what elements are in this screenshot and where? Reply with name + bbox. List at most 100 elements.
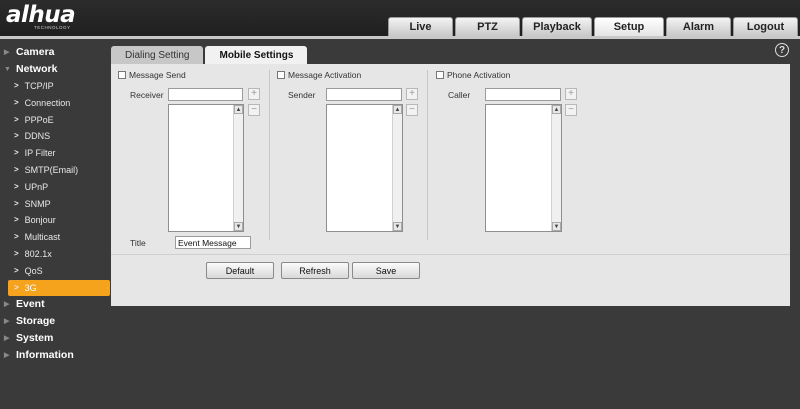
add-receiver-button[interactable]: + bbox=[248, 88, 260, 100]
message-send-section: Message Send Receiver + − ▲ ▼ Title bbox=[118, 70, 276, 249]
sidebar-item-label: Connection bbox=[24, 97, 71, 108]
title-input[interactable] bbox=[175, 236, 251, 249]
main-nav: Live PTZ Playback Setup Alarm Logout bbox=[388, 17, 798, 36]
sidebar-item-connection[interactable]: > Connection bbox=[0, 95, 110, 112]
caller-input[interactable] bbox=[485, 88, 561, 101]
sidebar-category-label: Storage bbox=[16, 315, 56, 328]
remove-sender-button[interactable]: − bbox=[406, 104, 418, 116]
sidebar-category-system[interactable]: ▶ System bbox=[0, 330, 110, 347]
column-divider bbox=[269, 70, 270, 240]
message-activation-section: Message Activation Sender + − ▲ ▼ bbox=[277, 70, 435, 238]
scroll-down-icon[interactable]: ▼ bbox=[552, 222, 561, 231]
receiver-label: Receiver bbox=[130, 90, 164, 100]
phone-activation-section: Phone Activation Caller + − ▲ ▼ bbox=[436, 70, 594, 238]
chevron-right-icon: > bbox=[14, 232, 19, 242]
sidebar-item-ip-filter[interactable]: > IP Filter bbox=[0, 145, 110, 162]
sidebar-item-8021x[interactable]: >802.1x bbox=[0, 246, 110, 263]
sidebar-item-label: 3G bbox=[24, 282, 37, 293]
add-caller-button[interactable]: + bbox=[565, 88, 577, 100]
sidebar-item-label: IP Filter bbox=[24, 148, 56, 159]
plus-icon: + bbox=[409, 88, 415, 99]
header-divider bbox=[0, 36, 800, 39]
chevron-right-icon: > bbox=[14, 215, 19, 225]
phone-activation-label: Phone Activation bbox=[447, 70, 511, 80]
sidebar-item-label: Bonjour bbox=[24, 215, 56, 226]
receiver-input[interactable] bbox=[168, 88, 243, 101]
tab-setup[interactable]: Setup bbox=[594, 17, 664, 36]
sidebar-item-label: 802.1x bbox=[24, 248, 52, 259]
message-activation-checkbox[interactable] bbox=[277, 71, 285, 79]
minus-icon: − bbox=[568, 104, 574, 115]
receiver-list-scrollbar[interactable]: ▲ ▼ bbox=[233, 105, 243, 231]
default-button[interactable]: Default bbox=[206, 262, 274, 279]
tab-alarm[interactable]: Alarm bbox=[666, 17, 731, 36]
expand-arrow-icon: ▶ bbox=[4, 301, 10, 309]
save-button[interactable]: Save bbox=[352, 262, 420, 279]
add-sender-button[interactable]: + bbox=[406, 88, 418, 100]
tab-ptz[interactable]: PTZ bbox=[455, 17, 520, 36]
tab-dialing-setting[interactable]: Dialing Setting bbox=[111, 46, 204, 64]
scroll-up-icon[interactable]: ▲ bbox=[234, 105, 243, 114]
phone-activation-row: Phone Activation bbox=[436, 70, 510, 80]
sender-list-scrollbar[interactable]: ▲ ▼ bbox=[392, 105, 402, 231]
sidebar-item-pppoe[interactable]: > PPPoE bbox=[0, 112, 110, 129]
sidebar-category-label: Event bbox=[16, 298, 45, 311]
sidebar-item-label: QoS bbox=[24, 265, 43, 276]
sidebar-category-network[interactable]: ▼ Network bbox=[0, 61, 110, 78]
chevron-right-icon: > bbox=[14, 248, 19, 258]
sidebar-item-snmp[interactable]: > SNMP bbox=[0, 196, 110, 213]
title-label: Title bbox=[130, 238, 146, 248]
sidebar-item-qos[interactable]: > QoS bbox=[0, 263, 110, 280]
button-divider bbox=[111, 254, 790, 255]
sidebar-item-label: PPPoE bbox=[24, 114, 54, 125]
caller-label: Caller bbox=[448, 90, 471, 100]
tab-mobile-settings[interactable]: Mobile Settings bbox=[205, 46, 308, 64]
sidebar-category-storage[interactable]: ▶ Storage bbox=[0, 313, 110, 330]
remove-caller-button[interactable]: − bbox=[565, 104, 577, 116]
sidebar-item-label: Multicast bbox=[24, 232, 61, 243]
sidebar-item-label: SMTP(Email) bbox=[24, 164, 79, 175]
expand-arrow-icon: ▶ bbox=[4, 49, 10, 56]
sidebar-item-label: UPnP bbox=[24, 181, 49, 192]
sidebar-item-3g[interactable]: >3G bbox=[8, 279, 110, 297]
tab-logout[interactable]: Logout bbox=[733, 17, 798, 36]
caller-list[interactable]: ▲ ▼ bbox=[485, 104, 562, 232]
sidebar-item-label: TCP/IP bbox=[24, 81, 54, 91]
remove-receiver-button[interactable]: − bbox=[248, 104, 260, 116]
sidebar-category-camera[interactable]: ▶ Camera bbox=[0, 44, 110, 61]
tab-live[interactable]: Live bbox=[388, 17, 453, 36]
plus-icon: + bbox=[568, 88, 574, 99]
scroll-up-icon[interactable]: ▲ bbox=[552, 105, 561, 114]
sidebar-item-tcpip[interactable]: > TCP/IP bbox=[0, 78, 110, 95]
sidebar: ▶ Camera ▼ Network > TCP/IP > Connection > PP… bbox=[0, 44, 110, 364]
sidebar-category-information[interactable]: ▶ Information bbox=[0, 347, 110, 364]
sender-input[interactable] bbox=[326, 88, 402, 101]
plus-icon: + bbox=[251, 88, 257, 99]
sidebar-category-event[interactable]: ▶ Event bbox=[0, 296, 110, 313]
phone-activation-checkbox[interactable] bbox=[436, 71, 444, 79]
sidebar-item-multicast[interactable]: > Multicast bbox=[0, 229, 110, 246]
sidebar-item-bonjour[interactable]: > Bonjour bbox=[0, 212, 110, 229]
message-send-row: Message Send bbox=[118, 70, 186, 80]
sender-list[interactable]: ▲ ▼ bbox=[326, 104, 403, 232]
sidebar-item-smtp[interactable]: > SMTP(Email) bbox=[0, 162, 110, 179]
message-send-checkbox[interactable] bbox=[118, 71, 126, 79]
scroll-down-icon[interactable]: ▼ bbox=[234, 222, 243, 231]
help-icon[interactable]: ? bbox=[775, 43, 789, 57]
top-bar: alhua TECHNOLOGY Live PTZ Playback Setup… bbox=[0, 0, 800, 37]
receiver-list[interactable]: ▲ ▼ bbox=[168, 104, 244, 232]
chevron-right-icon: > bbox=[14, 97, 19, 107]
sidebar-item-ddns[interactable]: > DDNS bbox=[0, 128, 110, 145]
tab-playback[interactable]: Playback bbox=[522, 17, 592, 36]
message-send-label: Message Send bbox=[129, 70, 186, 80]
sidebar-category-label: Network bbox=[16, 63, 58, 75]
collapse-arrow-icon: ▼ bbox=[4, 66, 11, 73]
scroll-up-icon[interactable]: ▲ bbox=[393, 105, 402, 114]
sidebar-item-upnp[interactable]: > UPnP bbox=[0, 179, 110, 196]
chevron-right-icon: > bbox=[14, 148, 19, 158]
chevron-right-icon: > bbox=[14, 282, 19, 292]
refresh-button[interactable]: Refresh bbox=[281, 262, 349, 279]
expand-arrow-icon: ▶ bbox=[4, 352, 10, 360]
caller-list-scrollbar[interactable]: ▲ ▼ bbox=[551, 105, 561, 231]
scroll-down-icon[interactable]: ▼ bbox=[393, 222, 402, 231]
